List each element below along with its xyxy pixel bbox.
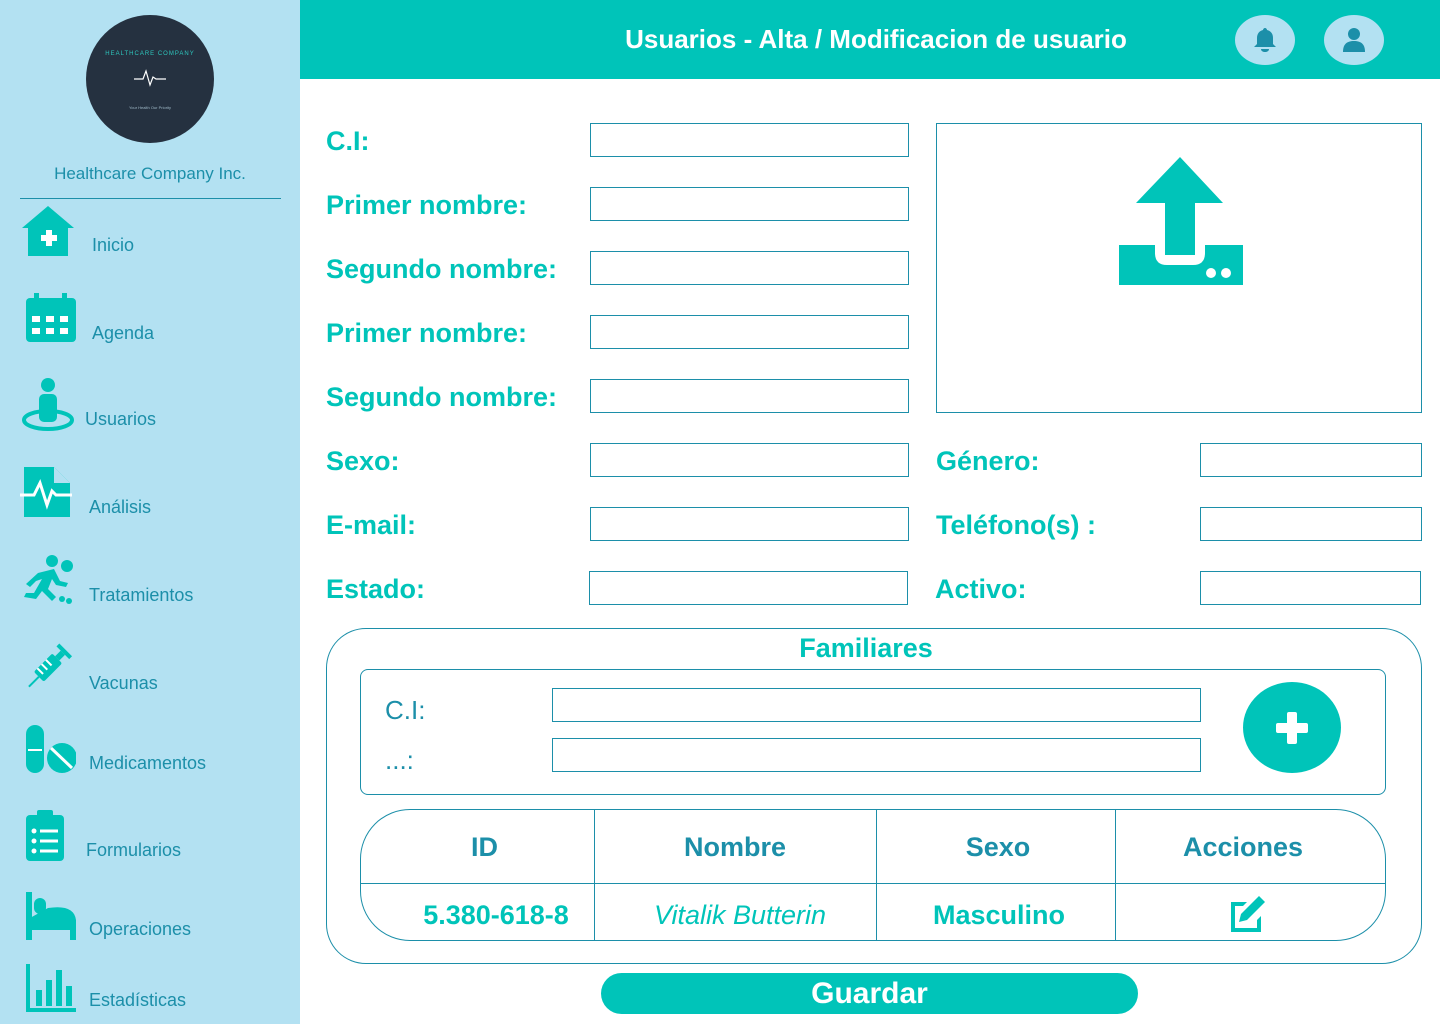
home-medical-icon	[22, 206, 74, 256]
active-label: Activo:	[935, 574, 1027, 604]
sidebar-item-usuarios[interactable]: Usuarios	[20, 376, 280, 436]
sidebar-item-label: Inicio	[92, 235, 135, 255]
sex-label: Sexo:	[326, 446, 400, 476]
column-header-id: ID	[471, 832, 498, 862]
ci-field[interactable]	[590, 123, 909, 157]
cell-sexo: Masculino	[932, 900, 1066, 930]
sidebar-item-label: Tratamientos	[89, 585, 194, 605]
status-label: Estado:	[326, 574, 426, 604]
first-name-field-2[interactable]	[590, 315, 909, 349]
syringe-icon	[28, 643, 73, 688]
sidebar-item-vacunas[interactable]: Vacunas	[20, 641, 280, 701]
second-name-field-2[interactable]	[590, 379, 909, 413]
email-label: E-mail:	[326, 510, 417, 540]
status-field[interactable]	[589, 571, 908, 605]
company-name: Healthcare Company Inc.	[54, 164, 246, 183]
sidebar-item-label: Vacunas	[89, 673, 158, 693]
email-field[interactable]	[590, 507, 909, 541]
running-person-icon	[24, 555, 73, 604]
gender-label: Género:	[936, 446, 1040, 476]
save-button[interactable]: Guardar	[601, 973, 1138, 1014]
sidebar-item-label: Estadísticas	[89, 990, 187, 1010]
upload-icon	[1119, 157, 1243, 285]
sidebar-item-label: Agenda	[92, 323, 155, 343]
first-name-field[interactable]	[590, 187, 909, 221]
sidebar-item-label: Usuarios	[85, 409, 157, 429]
sex-field[interactable]	[590, 443, 909, 477]
familiar-ci-label: C.I:	[385, 695, 426, 725]
sidebar-item-agenda[interactable]: Agenda	[20, 292, 280, 352]
column-header-acciones: Acciones	[1182, 832, 1304, 862]
column-header-sexo: Sexo	[965, 832, 1031, 862]
logo-tagline: Your Health Our Priority	[128, 105, 172, 110]
second-name-label: Segundo nombre:	[326, 254, 557, 284]
ci-label: C.I:	[326, 126, 370, 156]
familiar-other-field[interactable]	[552, 738, 1201, 772]
pulse-icon	[134, 69, 166, 87]
sidebar-item-label: Formularios	[86, 840, 182, 860]
second-name-label-2: Segundo nombre:	[326, 382, 557, 412]
phone-field[interactable]	[1200, 507, 1422, 541]
familiares-table: ID Nombre Sexo Acciones 5.380-618-8 Vita…	[360, 809, 1386, 941]
user-pin-icon	[22, 378, 74, 431]
pills-icon	[26, 725, 76, 773]
first-name-label-2: Primer nombre:	[326, 318, 528, 348]
sidebar-item-label: Medicamentos	[89, 753, 207, 773]
notification-button[interactable]	[1235, 15, 1295, 65]
sidebar-item-estadisticas[interactable]: Estadísticas	[20, 960, 280, 1020]
hospital-bed-icon	[26, 892, 76, 940]
sidebar-item-inicio[interactable]: Inicio	[20, 204, 280, 264]
sidebar-item-tratamientos[interactable]: Tratamientos	[20, 553, 280, 613]
sidebar-item-label: Análisis	[89, 497, 152, 517]
clipboard-list-icon	[26, 810, 64, 861]
familiar-ci-field[interactable]	[552, 688, 1201, 722]
sidebar-item-formularios[interactable]: Formularios	[20, 809, 280, 869]
pulse-file-icon	[20, 467, 72, 517]
add-familiar-button[interactable]	[1243, 682, 1341, 773]
header: Usuarios - Alta / Modificacion de usuari…	[300, 0, 1440, 79]
sidebar-item-label: Operaciones	[89, 919, 192, 939]
calendar-icon	[26, 293, 76, 342]
sidebar: HEALTHCARE COMPANY Your Health Our Prior…	[0, 0, 300, 1024]
gender-field[interactable]	[1200, 443, 1422, 477]
sidebar-item-analisis[interactable]: Análisis	[20, 465, 280, 525]
cell-id: 5.380-618-8	[423, 900, 569, 930]
phone-label: Teléfono(s) :	[936, 510, 1096, 540]
app: HEALTHCARE COMPANY Your Health Our Prior…	[0, 0, 1440, 1024]
active-field[interactable]	[1200, 571, 1421, 605]
company-logo: HEALTHCARE COMPANY Your Health Our Prior…	[86, 15, 214, 143]
sidebar-item-medicamentos[interactable]: Medicamentos	[20, 724, 280, 784]
cell-nombre: Vitalik Butterin	[653, 900, 827, 930]
photo-upload-area[interactable]	[936, 123, 1422, 413]
column-header-nombre: Nombre	[683, 832, 786, 862]
first-name-label: Primer nombre:	[326, 190, 528, 220]
sidebar-item-operaciones[interactable]: Operaciones	[20, 890, 280, 950]
divider	[20, 198, 281, 199]
bar-chart-icon	[26, 964, 76, 1012]
logo-text: HEALTHCARE COMPANY	[105, 51, 195, 57]
plus-icon	[1276, 711, 1308, 744]
familiares-title: Familiares	[799, 633, 933, 663]
user-icon	[1343, 28, 1365, 52]
table-divider	[361, 883, 1385, 884]
familiar-other-label: ...:	[385, 745, 414, 775]
edit-icon[interactable]	[1227, 894, 1267, 934]
bell-icon	[1254, 28, 1276, 52]
profile-button[interactable]	[1324, 15, 1384, 65]
second-name-field[interactable]	[590, 251, 909, 285]
